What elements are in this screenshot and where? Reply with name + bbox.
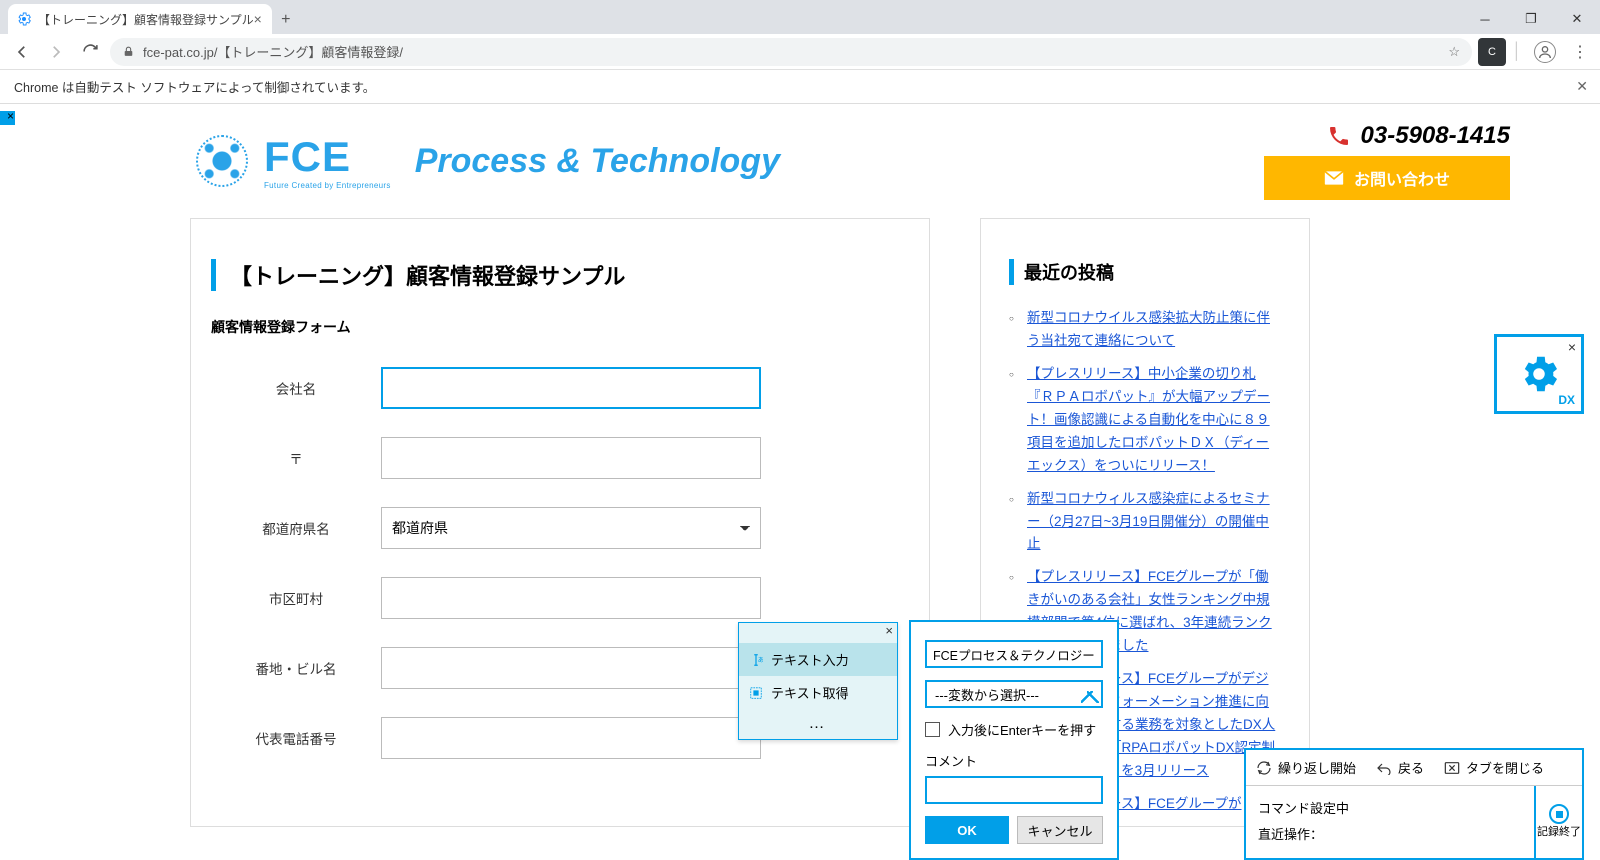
close-tab-button[interactable]: タブを閉じる [1434,750,1554,785]
logo-subtitle: Future Created by Entrepreneurs [264,181,391,190]
last-op-text: 直近操作： [1258,822,1522,848]
tab-title: 【トレーニング】顧客情報登録サンプル [38,11,254,28]
site-logo[interactable]: FCE Future Created by Entrepreneurs Proc… [190,129,780,193]
menu-text-input[interactable]: あ テキスト入力 [739,643,897,676]
rpa-dx-widget[interactable]: × DX [1494,334,1584,414]
rpa-enter-checkbox[interactable]: 入力後にEnterキーを押す [925,720,1103,739]
cancel-button[interactable]: キャンセル [1017,816,1103,844]
close-icon[interactable]: × [885,623,893,643]
minimize-button[interactable]: ─ [1462,4,1508,34]
maximize-button[interactable]: ❐ [1508,4,1554,34]
url-text: fce-pat.co.jp/【トレーニング】顧客情報登録/ [143,42,403,61]
post-link[interactable]: 新型コロナウイルス感染拡大防止策に伴う当社宛て連絡について [1027,310,1270,348]
menu-icon[interactable]: ⋮ [1568,42,1592,62]
mail-icon [1324,170,1344,186]
phone-icon [1327,124,1351,148]
company-label: 会社名 [211,378,381,398]
logo-tagline: Process & Technology [415,142,780,181]
rpa-comment-input[interactable] [925,776,1103,804]
infobar-text: Chrome は自動テスト ソフトウェアによって制御されています。 [14,77,375,96]
logo-mark-icon [190,129,254,193]
text-cursor-icon: あ [749,653,763,667]
window-titlebar: 【トレーニング】顧客情報登録サンプル × + ─ ❐ ✕ [0,0,1600,34]
close-icon[interactable]: × [254,11,262,27]
street-label: 番地・ビル名 [211,658,381,678]
stop-record-button[interactable]: 記録終了 [1534,786,1582,858]
repeat-button[interactable]: 繰り返し開始 [1246,750,1366,785]
forward-button[interactable] [42,38,70,66]
close-icon[interactable]: ✕ [1576,78,1588,95]
back-button[interactable] [8,38,36,66]
browser-tab[interactable]: 【トレーニング】顧客情報登録サンプル × [8,4,272,34]
select-icon [749,686,763,700]
lock-icon [122,45,135,58]
postal-input[interactable] [381,437,761,479]
repeat-icon [1256,760,1272,776]
list-item: 【プレスリリース】中小企業の切り札『ＲＰＡロボパット』が大幅アップデート！画像認… [1009,363,1281,478]
list-item: 新型コロナウイルス感染拡大防止策に伴う当社宛て連絡について [1009,307,1281,353]
phone-number: 03-5908-1415 [1264,122,1510,150]
rpa-config-panel: ---変数から選択--- 入力後にEnterキーを押す コメント OK キャンセ… [909,620,1119,860]
checkbox-icon [925,722,940,737]
page-title: 【トレーニング】顧客情報登録サンプル [211,259,909,291]
overlay-close-tab[interactable]: × [0,111,15,125]
form-subtitle: 顧客情報登録フォーム [211,317,909,337]
address-bar[interactable]: fce-pat.co.jp/【トレーニング】顧客情報登録/ ☆ [110,38,1472,66]
ok-button[interactable]: OK [925,816,1009,844]
contact-button[interactable]: お問い合わせ [1264,156,1510,200]
undo-icon [1376,761,1392,775]
tel-label: 代表電話番号 [211,728,381,748]
post-link[interactable]: 【プレスリリース】中小企業の切り札『ＲＰＡロボパット』が大幅アップデート！画像認… [1027,366,1270,473]
logo-main: FCE [264,133,391,181]
close-window-button[interactable]: ✕ [1554,4,1600,34]
city-input[interactable] [381,577,761,619]
page-content: × FCE Future Created by Entrepreneurs Pr… [0,104,1600,860]
tel-input[interactable] [381,717,761,759]
close-tab-icon [1444,761,1460,775]
profile-avatar-icon[interactable] [1534,41,1556,63]
bookmark-icon[interactable]: ☆ [1448,44,1460,60]
rpa-variable-select[interactable]: ---変数から選択--- [925,680,1103,708]
company-input[interactable] [381,367,761,409]
status-text: コマンド設定中 [1258,796,1522,822]
back-button[interactable]: 戻る [1366,750,1434,785]
rpa-text-input[interactable] [925,640,1103,668]
reload-button[interactable] [76,38,104,66]
street-input[interactable] [381,647,761,689]
site-header: FCE Future Created by Entrepreneurs Proc… [0,104,1600,218]
extension-icon[interactable]: C [1478,38,1506,66]
stop-icon [1549,804,1569,824]
comment-label: コメント [925,751,1103,770]
rpa-context-menu: × あ テキスト入力 テキスト取得 … [738,622,898,740]
pref-label: 都道府県名 [211,518,381,538]
window-controls: ─ ❐ ✕ [1462,4,1600,34]
browser-toolbar: fce-pat.co.jp/【トレーニング】顧客情報登録/ ☆ C │ ⋮ [0,34,1600,70]
postal-label: 〒 [211,448,381,468]
menu-more[interactable]: … [739,709,897,739]
city-label: 市区町村 [211,588,381,608]
gear-icon [16,11,32,27]
rpa-recorder-panel: 繰り返し開始 戻る タブを閉じる コマンド設定中 直近操作： 記録終了 [1244,748,1584,860]
pref-select[interactable]: 都道府県 [381,507,761,549]
svg-text:あ: あ [758,656,763,663]
sidebar-heading: 最近の投稿 [1009,259,1281,285]
close-icon[interactable]: × [1568,339,1576,355]
new-tab-button[interactable]: + [272,6,300,34]
post-link[interactable]: 新型コロナウィルス感染症によるセミナー（2月27日~3月19日開催分）の開催中止 [1027,491,1270,552]
logo-text: FCE Future Created by Entrepreneurs [264,133,391,190]
menu-text-get[interactable]: テキスト取得 [739,676,897,709]
dx-label: DX [1558,393,1575,407]
automation-infobar: Chrome は自動テスト ソフトウェアによって制御されています。 ✕ [0,70,1600,104]
gear-icon [1516,351,1562,397]
list-item: 新型コロナウィルス感染症によるセミナー（2月27日~3月19日開催分）の開催中止 [1009,488,1281,557]
